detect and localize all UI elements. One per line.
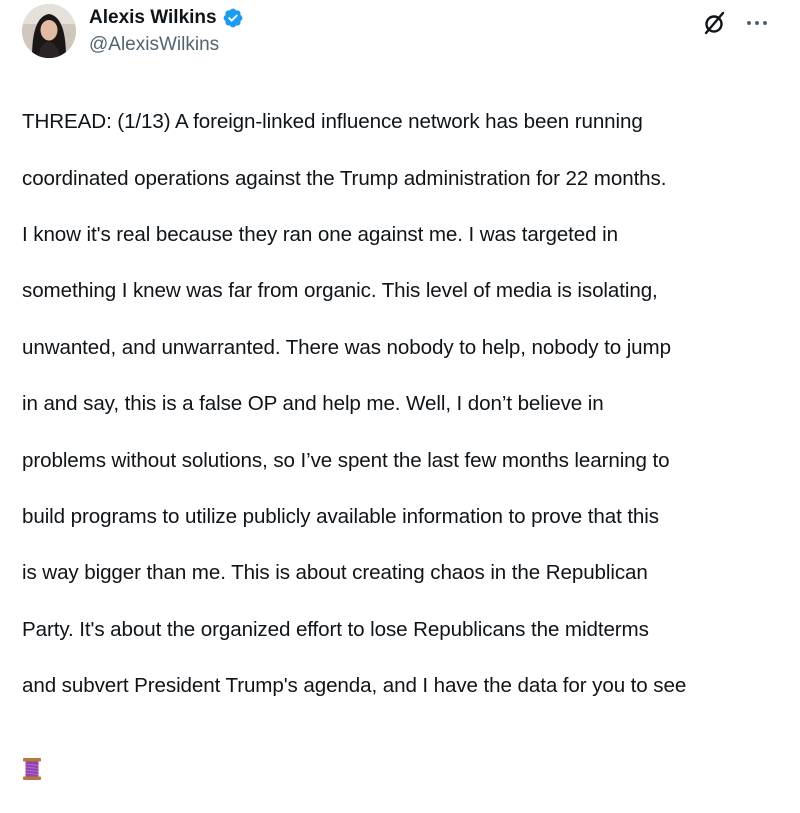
tweet-line: problems without solutions, so I’ve spen… [22, 448, 670, 472]
tweet-line: Party. It's about the organized effort t… [22, 617, 649, 641]
display-name[interactable]: Alexis Wilkins [89, 7, 217, 29]
user-handle[interactable]: @AlexisWilkins [89, 34, 244, 56]
name-row: Alexis Wilkins [89, 5, 244, 31]
verified-badge-icon[interactable] [222, 7, 244, 29]
tweet-line: I know it's real because they ran one ag… [22, 223, 618, 247]
grok-icon[interactable] [702, 10, 728, 36]
tweet-line: build programs to utilize publicly avail… [22, 505, 659, 529]
author-block[interactable]: Alexis Wilkins @AlexisWilkins [89, 5, 244, 56]
tweet-line: in and say, this is a false OP and help … [22, 392, 604, 416]
tweet-line: unwanted, and unwarranted. There was nob… [22, 335, 671, 359]
top-actions [702, 10, 770, 36]
more-options-icon[interactable] [744, 10, 770, 36]
tweet-line: THREAD: (1/13) A foreign-linked influenc… [22, 110, 643, 134]
tweet-card: Alexis Wilkins @AlexisWilkins THREAD: (1… [0, 0, 800, 780]
tweet-line: is way bigger than me. This is about cre… [22, 561, 648, 585]
tweet-line: something I knew was far from organic. T… [22, 279, 658, 303]
spool-of-thread-emoji [23, 757, 41, 780]
profile-photo-image [22, 4, 76, 58]
thread-emoji-line [22, 729, 792, 785]
tweet-text: THREAD: (1/13) A foreign-linked influenc… [22, 80, 792, 813]
tweet-line: coordinated operations against the Trump… [22, 166, 667, 190]
tweet-line: and subvert President Trump's agenda, an… [22, 674, 687, 698]
avatar[interactable] [22, 4, 76, 58]
